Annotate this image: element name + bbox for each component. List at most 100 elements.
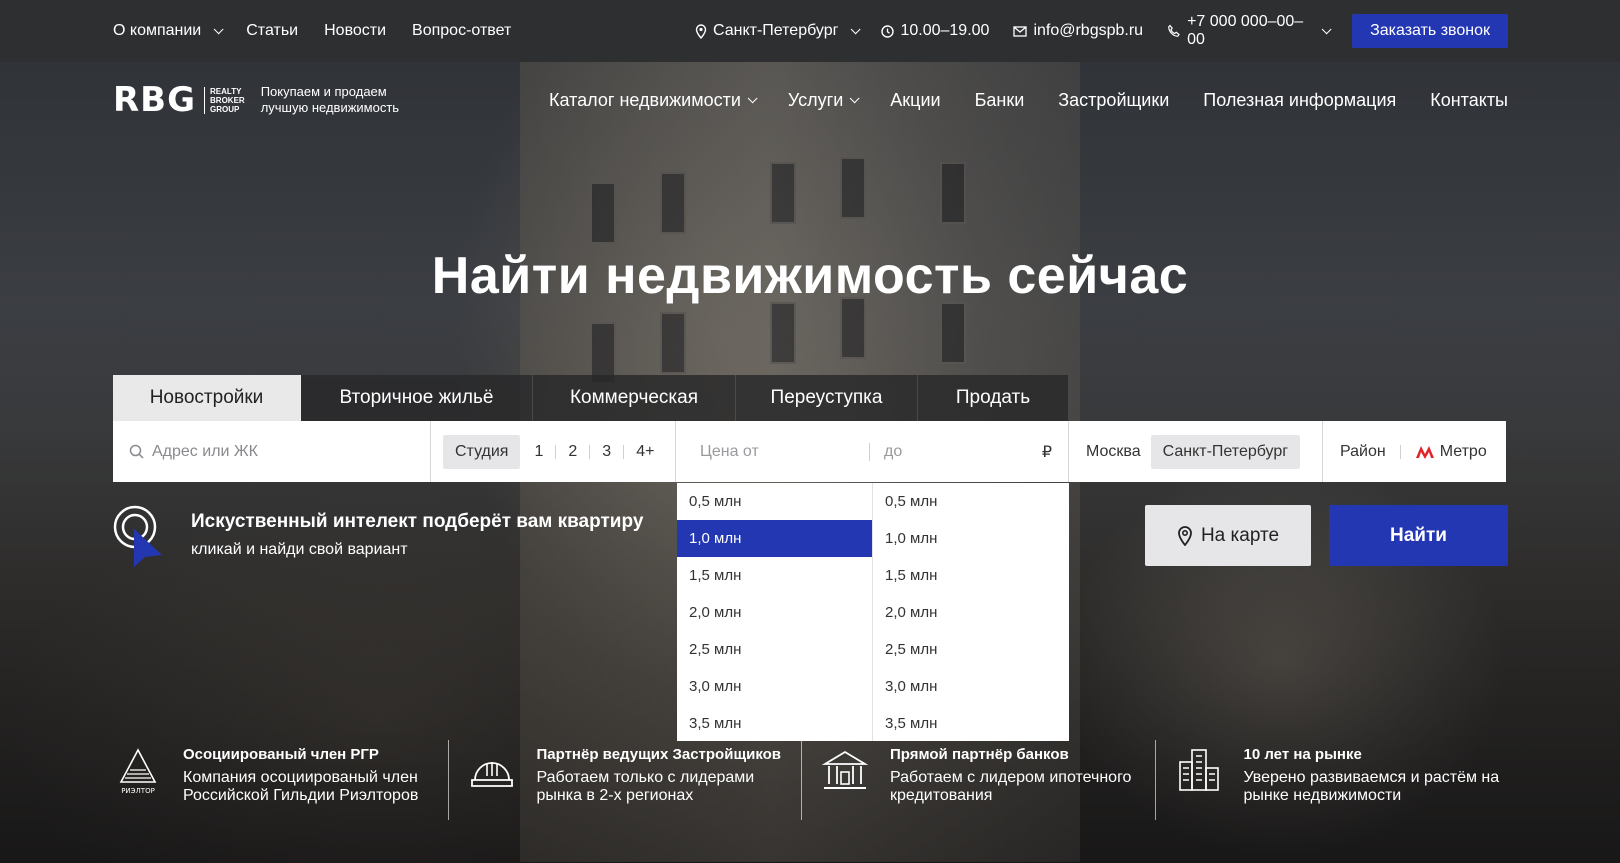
top-link-about[interactable]: О компании xyxy=(113,22,224,40)
rooms-selector: Студия 1 2 3 4+ xyxy=(431,421,676,482)
price-to-option[interactable]: 2,0 млн xyxy=(873,594,1069,631)
features-strip: РИЭЛТОР Осоциированый член РГР Компания … xyxy=(113,740,1508,820)
city-selector[interactable]: Санкт-Петербург xyxy=(695,22,862,40)
room-studio[interactable]: Студия xyxy=(443,434,521,469)
price-to-option[interactable]: 3,0 млн xyxy=(873,668,1069,705)
phone-icon xyxy=(1168,24,1180,37)
realtor-icon-label: РИЭЛТОР xyxy=(121,787,155,795)
address-field[interactable]: Адрес или ЖК xyxy=(113,421,431,482)
price-from-option[interactable]: 0,5 млн xyxy=(677,483,872,520)
mail-icon xyxy=(1013,25,1028,37)
logo-sub-line: BROKER xyxy=(210,95,245,105)
nav-banks[interactable]: Банки xyxy=(975,90,1025,111)
price-to-option[interactable]: 2,5 млн xyxy=(873,631,1069,668)
currency-label: ₽ xyxy=(1041,443,1052,461)
nav-label: Услуги xyxy=(787,89,844,110)
chevron-down-icon xyxy=(1321,23,1332,34)
logo-subtitle: REALTY BROKER GROUP xyxy=(204,86,245,114)
tab-new-buildings[interactable]: Новостройки xyxy=(113,375,301,421)
location-filter: Район Метро xyxy=(1323,421,1506,482)
top-link-faq[interactable]: Вопрос-ответ xyxy=(412,22,511,40)
tab-sell[interactable]: Продать xyxy=(918,375,1069,421)
city-moscow[interactable]: Москва xyxy=(1086,443,1141,461)
top-links: О компании Статьи Новости Вопрос-ответ xyxy=(113,22,511,40)
ai-subtitle: кликай и найди свой вариант xyxy=(191,541,408,558)
logo-sub-line: GROUP xyxy=(210,104,240,114)
top-link-label: О компании xyxy=(113,22,202,39)
price-to-option[interactable]: 1,0 млн xyxy=(873,520,1069,557)
feature-item: 10 лет на рынке Уверено развиваемся и ра… xyxy=(1156,740,1509,820)
helmet-icon xyxy=(467,746,517,796)
feature-item: Прямой партнёр банков Работаем с лидером… xyxy=(802,740,1156,820)
work-hours: 10.00–19.00 xyxy=(881,22,989,40)
city-label: Санкт-Петербург xyxy=(712,22,839,39)
buildings-icon xyxy=(1174,746,1224,796)
order-call-button[interactable]: Заказать звонок xyxy=(1352,14,1508,48)
price-from-list: 0,5 млн 1,0 млн 1,5 млн 2,0 млн 2,5 млн … xyxy=(677,483,873,741)
tab-secondary[interactable]: Вторичное жильё xyxy=(301,375,533,421)
price-to-input[interactable]: до xyxy=(870,443,1042,461)
location-pin-icon xyxy=(695,23,707,39)
nav-promotions[interactable]: Акции xyxy=(890,90,940,111)
realtor-icon: РИЭЛТОР xyxy=(113,746,163,796)
top-link-articles[interactable]: Статьи xyxy=(246,22,298,40)
price-range: Цена от до ₽ xyxy=(676,421,1069,482)
room-1[interactable]: 1 xyxy=(522,443,557,459)
find-button[interactable]: Найти xyxy=(1329,505,1508,566)
divider xyxy=(1399,444,1401,459)
logo-mark: RBG xyxy=(113,80,197,120)
feature-text: Партнёр ведущих Застройщиков Работаем то… xyxy=(537,746,802,805)
nav-developers[interactable]: Застройщики xyxy=(1058,90,1169,111)
room-4-plus[interactable]: 4+ xyxy=(624,443,666,459)
price-to-option[interactable]: 0,5 млн xyxy=(873,483,1069,520)
logo[interactable]: RBG REALTY BROKER GROUP xyxy=(113,80,245,120)
price-from-option[interactable]: 1,5 млн xyxy=(677,557,872,594)
feature-item: Партнёр ведущих Застройщиков Работаем то… xyxy=(449,740,802,820)
room-3[interactable]: 3 xyxy=(590,443,625,459)
nav-catalog[interactable]: Каталог недвижимости xyxy=(549,89,758,111)
feature-title: Прямой партнёр банков xyxy=(890,746,1069,763)
price-to-option[interactable]: 3,5 млн xyxy=(873,705,1069,742)
nav-contacts[interactable]: Контакты xyxy=(1430,90,1508,111)
price-from-option[interactable]: 3,0 млн xyxy=(677,668,872,705)
metro-label: Метро xyxy=(1439,442,1487,460)
logo-sub-line: REALTY xyxy=(210,86,242,96)
feature-text: 10 лет на рынке Уверено развиваемся и ра… xyxy=(1244,746,1509,805)
nav-services[interactable]: Услуги xyxy=(787,89,860,111)
price-from-option[interactable]: 2,5 млн xyxy=(677,631,872,668)
phone-selector[interactable]: +7 000 000–00–00 xyxy=(1167,13,1332,49)
feature-description: Компания осоциированый член Российской Г… xyxy=(183,769,419,804)
district-button[interactable]: Район xyxy=(1340,443,1386,461)
price-dropdown: 0,5 млн 1,0 млн 1,5 млн 2,0 млн 2,5 млн … xyxy=(677,483,1069,741)
price-from-option[interactable]: 3,5 млн xyxy=(677,705,872,742)
ai-cursor-icon xyxy=(113,505,169,569)
metro-icon xyxy=(1415,445,1434,459)
map-button[interactable]: На карте xyxy=(1145,505,1311,566)
chevron-down-icon xyxy=(213,23,224,34)
room-2[interactable]: 2 xyxy=(556,443,591,459)
tab-assignment[interactable]: Переуступка xyxy=(736,375,918,421)
hero-title: Найти недвижимость сейчас xyxy=(431,247,1189,305)
location-pin-icon xyxy=(1178,525,1192,546)
price-to-list: 0,5 млн 1,0 млн 1,5 млн 2,0 млн 2,5 млн … xyxy=(873,483,1069,741)
email-link[interactable]: info@rbgspb.ru xyxy=(1013,22,1143,40)
tab-commercial[interactable]: Коммерческая xyxy=(533,375,736,421)
price-from-input[interactable]: Цена от xyxy=(700,442,870,461)
search-icon xyxy=(129,444,144,459)
metro-button[interactable]: Метро xyxy=(1415,443,1487,461)
email-label: info@rbgspb.ru xyxy=(1033,22,1144,39)
main-header: RBG REALTY BROKER GROUP Покупаем и прода… xyxy=(113,78,1508,122)
price-to-option[interactable]: 1,5 млн xyxy=(873,557,1069,594)
feature-title: Осоциированый член РГР xyxy=(183,746,379,763)
city-spb[interactable]: Санкт-Петербург xyxy=(1150,434,1301,469)
feature-text: Прямой партнёр банков Работаем с лидером… xyxy=(890,746,1155,805)
price-from-option-selected[interactable]: 1,0 млн xyxy=(677,520,872,557)
price-from-option[interactable]: 2,0 млн xyxy=(677,594,872,631)
chevron-down-icon xyxy=(747,92,758,103)
ai-promo[interactable]: Искуственный интелект подберёт вам кварт… xyxy=(113,505,643,569)
nav-useful-info[interactable]: Полезная информация xyxy=(1203,90,1396,111)
nav-label: Каталог недвижимости xyxy=(549,89,741,110)
top-link-news[interactable]: Новости xyxy=(324,22,386,40)
feature-title: Партнёр ведущих Застройщиков xyxy=(536,746,782,763)
chevron-down-icon xyxy=(849,92,860,103)
